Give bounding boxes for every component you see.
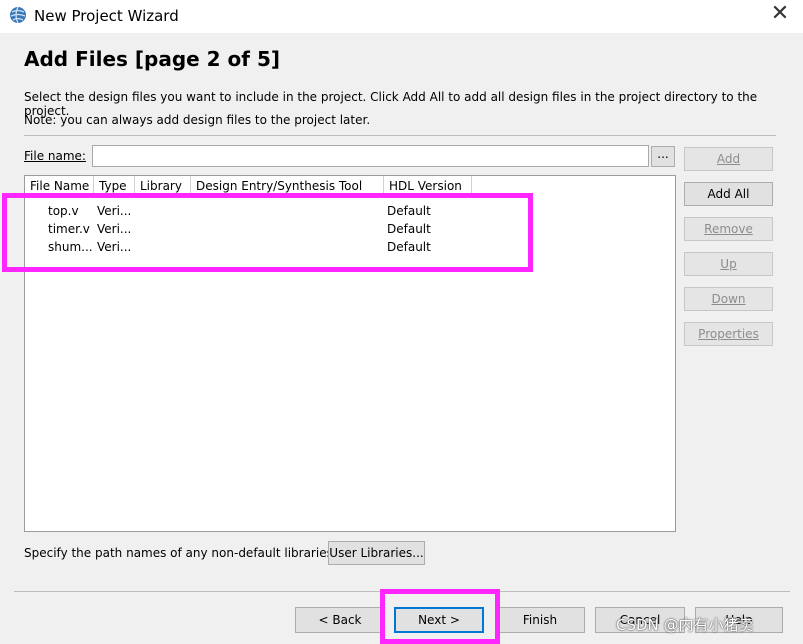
column-header-type[interactable]: Type <box>94 176 135 195</box>
column-header-hdl-version[interactable]: HDL Version <box>384 176 472 195</box>
cell-hdl-version: Default <box>387 204 431 218</box>
close-icon[interactable]: ✕ <box>770 3 790 25</box>
table-row[interactable]: top.v Veri... Default <box>25 202 675 220</box>
cell-file-name: timer.v <box>48 222 90 236</box>
cell-type: Veri... <box>97 222 132 236</box>
add-all-button[interactable]: Add All <box>684 182 773 206</box>
files-table[interactable]: File Name Type Library Design Entry/Synt… <box>24 175 676 532</box>
footer-divider <box>14 591 790 592</box>
up-button[interactable]: Up <box>684 252 773 276</box>
next-button[interactable]: Next > <box>394 607 484 633</box>
window-title: New Project Wizard <box>34 7 179 25</box>
cell-type: Veri... <box>97 204 132 218</box>
browse-button[interactable]: ... <box>651 146 675 167</box>
column-header-file-name[interactable]: File Name <box>25 176 94 195</box>
cell-file-name: top.v <box>48 204 79 218</box>
cell-file-name: shum... <box>48 240 93 254</box>
cell-hdl-version: Default <box>387 240 431 254</box>
user-libraries-button[interactable]: User Libraries... <box>328 541 425 565</box>
column-header-design-entry-tool[interactable]: Design Entry/Synthesis Tool <box>191 176 384 195</box>
cell-type: Veri... <box>97 240 132 254</box>
add-button[interactable]: Add <box>684 147 773 171</box>
page-title: Add Files [page 2 of 5] <box>24 47 281 71</box>
table-row[interactable]: timer.v Veri... Default <box>25 220 675 238</box>
properties-button-label: Properties <box>698 327 759 341</box>
file-name-label-text: File name: <box>24 149 86 163</box>
file-name-label: File name: <box>24 149 86 163</box>
page-note: Note: you can always add design files to… <box>24 113 371 127</box>
file-name-input[interactable] <box>92 145 649 167</box>
down-button[interactable]: Down <box>684 287 773 311</box>
remove-button-label: Remove <box>704 222 753 236</box>
down-button-label: Down <box>711 292 746 306</box>
header-divider <box>24 135 776 136</box>
add-button-label: Add <box>716 152 741 166</box>
libraries-hint: Specify the path names of any non-defaul… <box>24 546 337 560</box>
properties-button[interactable]: Properties <box>684 322 773 346</box>
csdn-watermark: CSDN @内有小猪卖 <box>616 616 754 634</box>
table-row[interactable]: shum... Veri... Default <box>25 238 675 256</box>
remove-button[interactable]: Remove <box>684 217 773 241</box>
finish-button[interactable]: Finish <box>495 607 585 633</box>
up-button-label: Up <box>720 257 737 271</box>
quartus-globe-icon <box>10 6 26 24</box>
title-bar: New Project Wizard ✕ <box>0 0 803 32</box>
back-button[interactable]: < Back <box>295 607 385 633</box>
column-header-library[interactable]: Library <box>135 176 191 195</box>
cell-hdl-version: Default <box>387 222 431 236</box>
